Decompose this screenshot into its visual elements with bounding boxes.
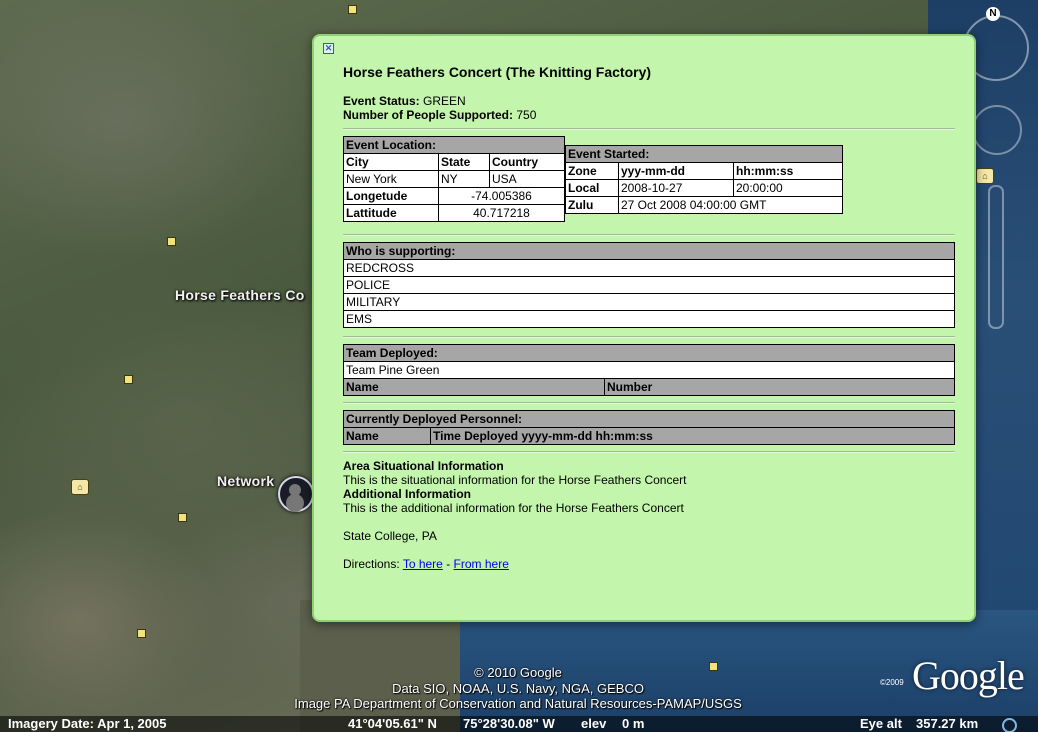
local-label: Local — [565, 179, 619, 197]
museum-icon[interactable]: ⌂ — [71, 479, 89, 495]
user-avatar-icon[interactable] — [278, 476, 314, 512]
location-time-section: Event Location: City State Country New Y… — [343, 136, 955, 228]
status-bar: Imagery Date: Apr 1, 2005 41°04'05.61" N… — [0, 716, 1038, 732]
supporter-item: POLICE — [343, 276, 955, 294]
balloon-content: Horse Feathers Concert (The Knitting Fac… — [343, 64, 955, 571]
museum-icon[interactable]: ⌂ — [976, 168, 994, 184]
from-here-link[interactable]: From here — [454, 557, 509, 571]
map-label-place[interactable]: Horse Feathers Co — [175, 287, 305, 303]
col-state: State — [438, 153, 490, 171]
supporting-table: Who is supporting: REDCROSS POLICE MILIT… — [343, 242, 955, 328]
people-value: 750 — [516, 108, 537, 122]
zoom-slider[interactable] — [988, 185, 1004, 329]
balloon-title: Horse Feathers Concert (The Knitting Fac… — [343, 64, 652, 80]
col-team-number: Number — [604, 378, 955, 396]
directions-label: Directions: — [343, 557, 400, 571]
event-started-table: Event Started: Zone yyy-mm-dd hh:mm:ss L… — [565, 145, 843, 214]
divider — [343, 234, 955, 236]
latitude-readout: 41°04'05.61" N — [348, 716, 437, 731]
team-header: Team Deployed: — [343, 344, 955, 362]
col-country: Country — [489, 153, 565, 171]
team-deployed-table: Team Deployed: Team Pine Green Name Numb… — [343, 344, 955, 396]
additional-info-heading: Additional Information — [343, 487, 471, 501]
placemark-pin[interactable] — [178, 513, 187, 522]
latitude-label: Lattitude — [343, 204, 439, 222]
area-info-text: This is the situational information for … — [343, 473, 687, 487]
col-time: hh:mm:ss — [733, 162, 843, 180]
copyright-text: © 2010 Google — [474, 665, 562, 680]
col-city: City — [343, 153, 439, 171]
look-joystick[interactable] — [972, 105, 1022, 155]
col-time-deployed: Time Deployed yyyy-mm-dd hh:mm:ss — [430, 427, 955, 445]
placemark-pin[interactable] — [167, 237, 176, 246]
event-location-table: Event Location: City State Country New Y… — [343, 136, 565, 222]
divider — [343, 336, 955, 338]
divider — [343, 128, 955, 130]
google-copyright-year: ©2009 — [880, 678, 904, 687]
additional-info-text: This is the additional information for t… — [343, 501, 684, 515]
event-status: Event Status: GREEN — [343, 94, 955, 108]
directions-separator: - — [446, 557, 451, 571]
placemark-pin[interactable] — [348, 5, 357, 14]
longitude-value: -74.005386 — [438, 187, 565, 205]
supporting-header: Who is supporting: — [343, 242, 955, 260]
to-here-link[interactable]: To here — [403, 557, 443, 571]
event-status-value: GREEN — [423, 94, 466, 108]
local-time: 20:00:00 — [733, 179, 843, 197]
area-info-heading: Area Situational Information — [343, 459, 504, 473]
col-team-name: Name — [343, 378, 605, 396]
imagery-date: Imagery Date: Apr 1, 2005 — [8, 716, 167, 731]
placemark-balloon: ✕ Horse Feathers Concert (The Knitting F… — [312, 34, 976, 622]
supporter-item: REDCROSS — [343, 259, 955, 277]
team-name: Team Pine Green — [343, 361, 955, 379]
google-logo: Google — [912, 653, 1025, 698]
col-personnel-name: Name — [343, 427, 431, 445]
elevation-label: elev — [581, 716, 607, 731]
people-label: Number of People Supported: — [343, 108, 514, 122]
supporter-item: MILITARY — [343, 293, 955, 311]
eye-alt-value: 357.27 km — [916, 716, 979, 731]
zulu-label: Zulu — [565, 196, 619, 214]
placemark-pin[interactable] — [124, 375, 133, 384]
event-status-label: Event Status: — [343, 94, 420, 108]
personnel-table: Currently Deployed Personnel: Name Time … — [343, 410, 955, 445]
location-header: Event Location: — [343, 136, 565, 154]
longitude-label: Longetude — [343, 187, 439, 205]
local-date: 2008-10-27 — [618, 179, 734, 197]
elevation-value: 0 m — [622, 716, 645, 731]
close-icon[interactable]: ✕ — [323, 43, 334, 54]
personnel-header: Currently Deployed Personnel: — [343, 410, 955, 428]
people-supported: Number of People Supported: 750 — [343, 108, 955, 122]
placemark-pin[interactable] — [137, 629, 146, 638]
north-icon[interactable]: N — [986, 7, 1000, 21]
streaming-indicator-icon — [1002, 718, 1017, 732]
data-attribution: Data SIO, NOAA, U.S. Navy, NGA, GEBCO — [392, 681, 644, 696]
supporter-item: EMS — [343, 310, 955, 328]
placemark-pin[interactable] — [709, 662, 718, 671]
place-name: State College, PA — [343, 529, 437, 543]
col-date: yyy-mm-dd — [618, 162, 734, 180]
latitude-value: 40.717218 — [438, 204, 565, 222]
divider — [343, 402, 955, 404]
divider — [343, 451, 955, 453]
col-zone: Zone — [565, 162, 619, 180]
image-attribution: Image PA Department of Conservation and … — [294, 696, 742, 711]
directions: Directions: To here - From here — [343, 557, 955, 571]
zulu-value: 27 Oct 2008 04:00:00 GMT — [618, 196, 843, 214]
started-header: Event Started: — [565, 145, 843, 163]
map-label-network[interactable]: Network — [217, 473, 274, 489]
eye-alt-label: Eye alt — [860, 716, 902, 731]
longitude-readout: 75°28'30.08" W — [463, 716, 555, 731]
city-value: New York — [343, 170, 439, 188]
country-value: USA — [489, 170, 565, 188]
state-value: NY — [438, 170, 490, 188]
